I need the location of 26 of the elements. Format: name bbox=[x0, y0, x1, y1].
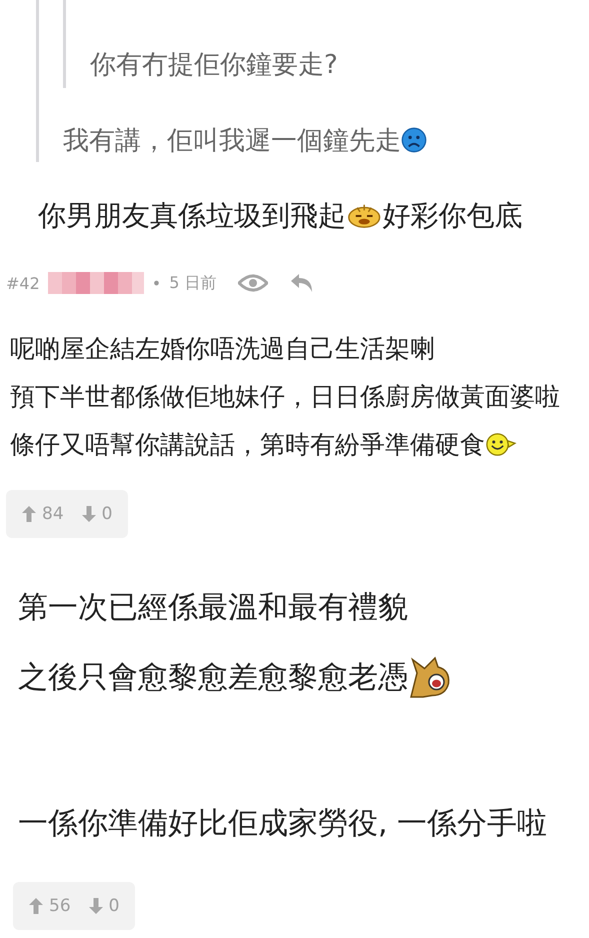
downvote-button[interactable]: 0 bbox=[82, 504, 112, 524]
downvote-button[interactable]: 0 bbox=[88, 896, 120, 916]
post-text: 呢啲屋企結左婚你唔洗過自己生活架喇 bbox=[10, 332, 435, 364]
post-number: #42 bbox=[6, 274, 40, 292]
reply-arrow-icon[interactable] bbox=[290, 273, 314, 293]
post-text: 好彩你包底 bbox=[382, 198, 522, 234]
post-text: 你有冇提佢你鐘要走? bbox=[90, 48, 338, 82]
post-time: 5 日前 bbox=[169, 272, 216, 294]
eye-icon[interactable] bbox=[238, 273, 268, 293]
upvote-button[interactable]: 84 bbox=[22, 504, 64, 524]
upvote-arrow-icon bbox=[29, 898, 43, 914]
post-text: 預下半世都係做佢地妹仔，日日係廚房做黃面婆啦 bbox=[10, 380, 560, 412]
post-text: 第一次已經係最溫和最有禮貌 bbox=[18, 588, 408, 626]
post-text: 條仔又唔幫你講說話，第時有紛爭準備硬食 bbox=[10, 428, 485, 460]
post-text: 你男朋友真係垃圾到飛起 bbox=[38, 198, 346, 234]
upvote-arrow-icon bbox=[22, 506, 36, 522]
post-text: 一係你準備好比佢成家勞役, 一係分手啦 bbox=[18, 804, 548, 842]
downvote-arrow-icon bbox=[82, 506, 96, 522]
separator-dot: • bbox=[152, 274, 162, 292]
post-text: 之後只會愈黎愈差愈黎愈老憑 bbox=[18, 658, 408, 696]
upvote-button[interactable]: 56 bbox=[29, 896, 71, 916]
sad-face-icon bbox=[401, 127, 427, 153]
frowning-face-icon bbox=[346, 202, 382, 230]
downvote-arrow-icon bbox=[88, 898, 103, 914]
smiley-face-icon bbox=[485, 432, 518, 456]
post-text: 我有講，佢叫我遲一個鐘先走 bbox=[63, 124, 401, 158]
